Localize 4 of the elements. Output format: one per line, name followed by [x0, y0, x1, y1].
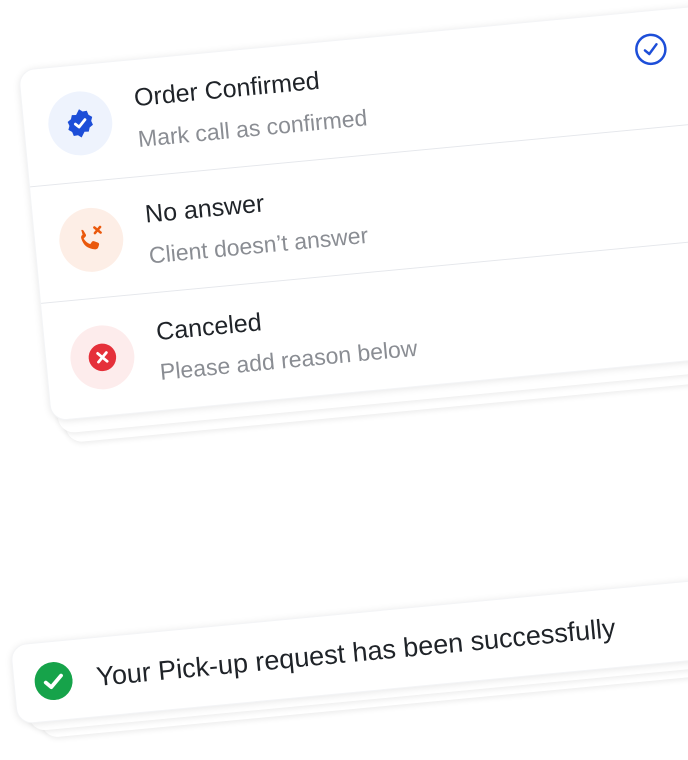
option-title: Order Confirmed — [132, 66, 321, 112]
toast-message: Your Pick-up request has been successfully — [94, 612, 618, 694]
success-check-icon — [32, 660, 74, 702]
option-title: Canceled — [154, 306, 264, 348]
